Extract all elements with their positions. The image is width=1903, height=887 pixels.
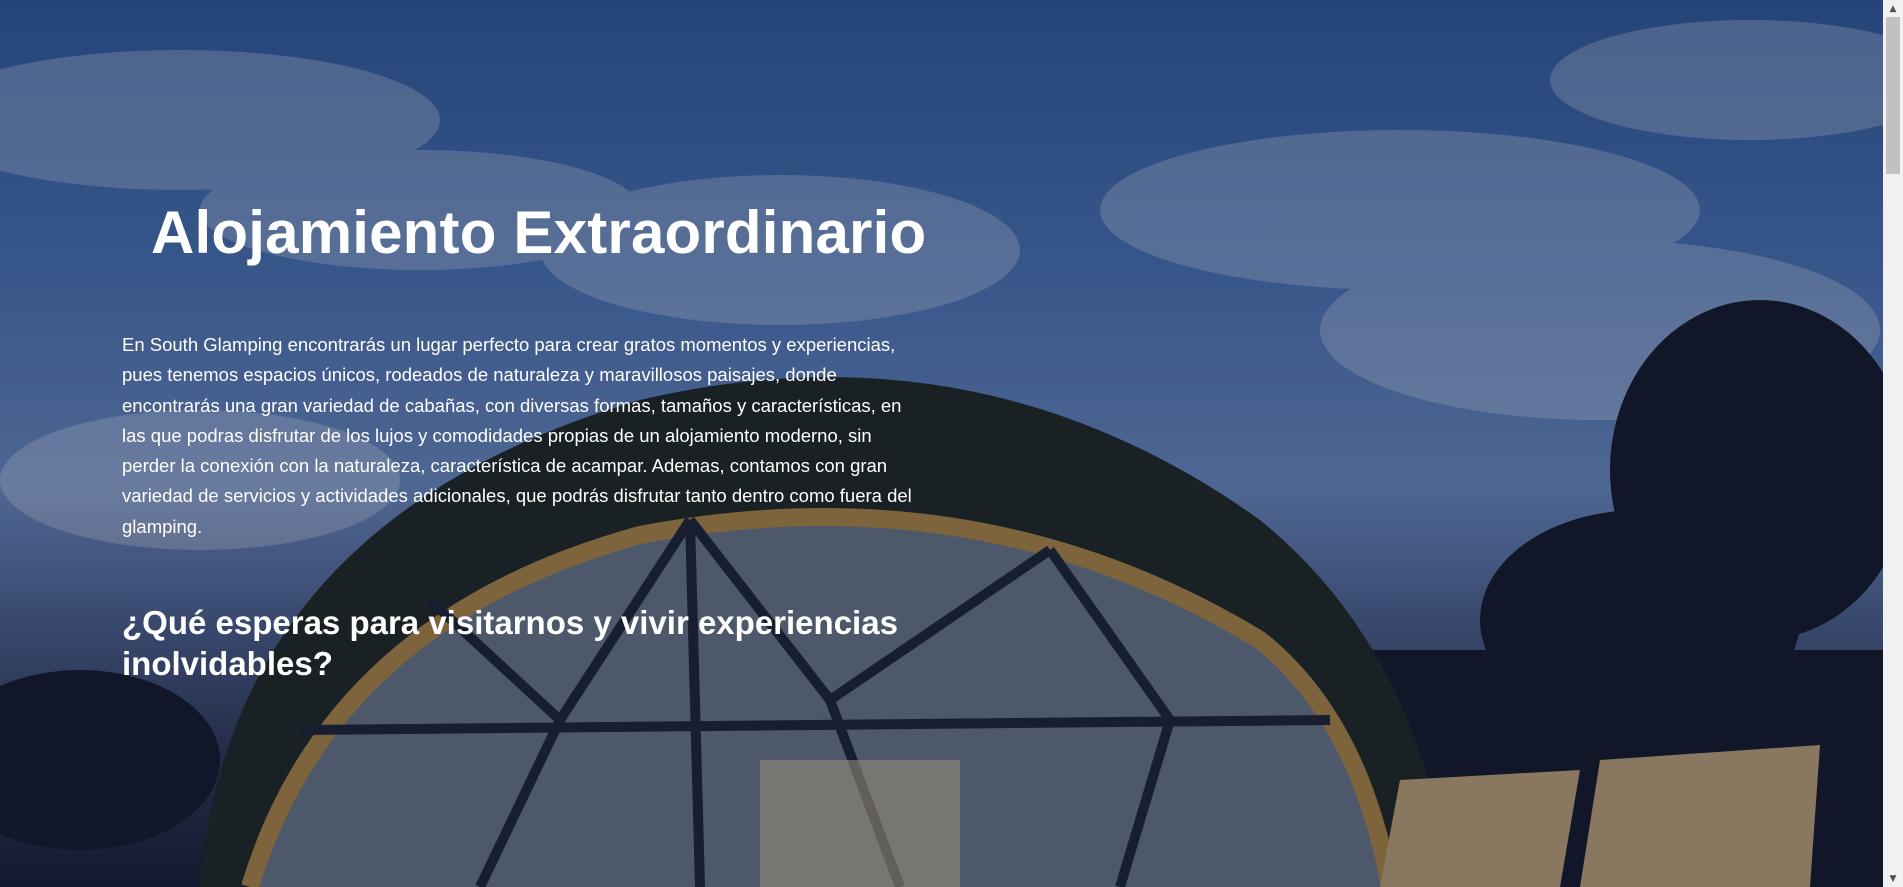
hero-section: Alojamiento Extraordinario En South Glam… [0, 0, 1883, 887]
vertical-scrollbar[interactable]: ▲ ▼ [1883, 0, 1903, 887]
scrollbar-thumb[interactable] [1886, 17, 1900, 174]
hero-description: En South Glamping encontrarás un lugar p… [122, 334, 912, 537]
chevron-down-icon[interactable]: ▼ [1883, 870, 1903, 887]
hero-title: Alojamiento Extraordinario [151, 199, 927, 266]
hero-subtitle: ¿Qué esperas para visitarnos y vivir exp… [122, 604, 898, 682]
chevron-up-icon[interactable]: ▲ [1883, 0, 1903, 17]
